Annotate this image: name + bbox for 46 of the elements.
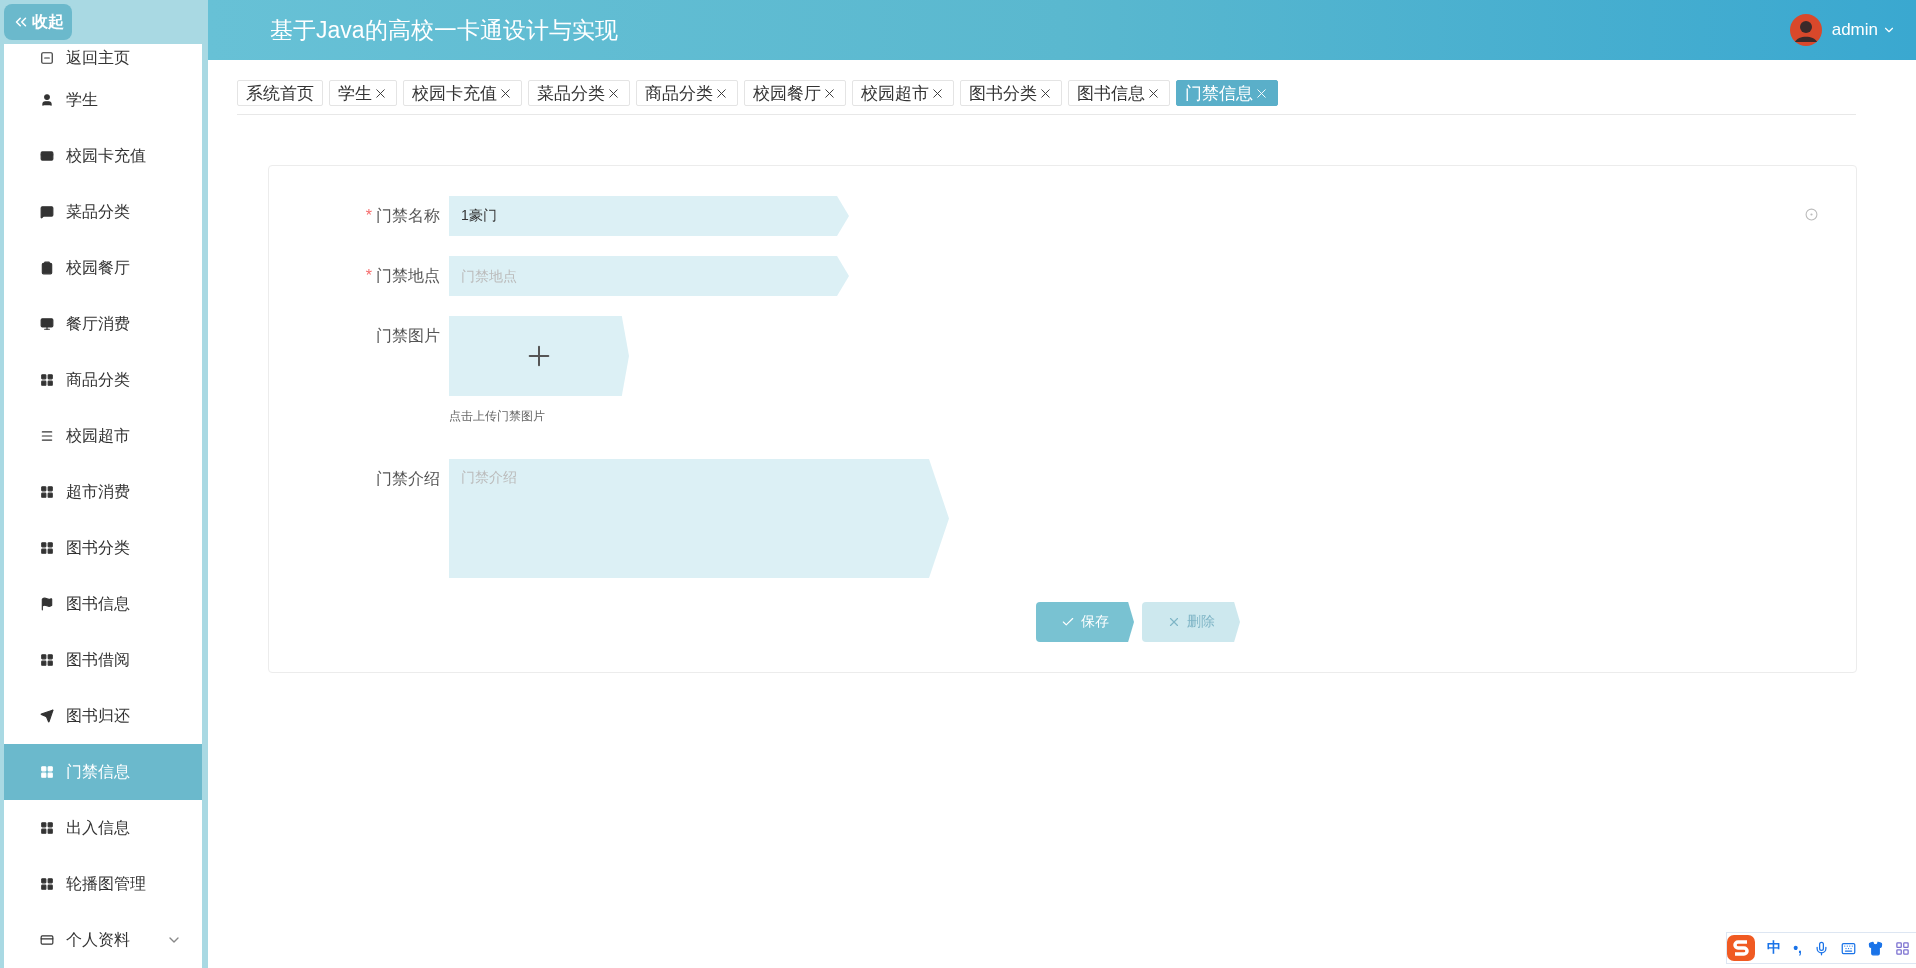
menu-icon [40,93,54,107]
tab[interactable]: 系统首页 [237,80,323,106]
text-field[interactable]: 1豪门 [449,196,849,236]
tab[interactable]: 商品分类 [636,80,738,106]
tab[interactable]: 校园超市 [852,80,954,106]
check-icon [1061,615,1075,629]
x-icon [1167,615,1181,629]
tab[interactable]: 学生 [329,80,397,106]
menu-icon [40,709,54,723]
tab[interactable]: 校园餐厅 [744,80,846,106]
menu-icon [40,653,54,667]
menu-icon [40,877,54,891]
tab[interactable]: 图书分类 [960,80,1062,106]
required-mark: * [365,207,372,224]
shirt-icon[interactable] [1868,940,1883,956]
keyboard-icon[interactable] [1841,940,1856,956]
tab[interactable]: 菜品分类 [528,80,630,106]
field-label: 门禁介绍 [376,470,440,487]
menu-icon [40,933,54,947]
tab[interactable]: 校园卡充值 [403,80,522,106]
menu-icon [40,765,54,779]
menu-icon [40,373,54,387]
field-label: 门禁图片 [376,327,440,344]
circle-dot-icon[interactable] [1805,208,1818,221]
menu-icon [40,51,54,65]
grid-icon[interactable] [1895,940,1910,956]
ime-punctuation[interactable]: •, [1793,940,1802,956]
field-label: 门禁地点 [376,267,440,284]
avatar-icon [1789,14,1822,46]
menu-icon [40,429,54,443]
menu-icon [40,149,54,163]
app-title: 基于Java的高校一卡通设计与实现 [270,15,618,45]
menu-icon [40,541,54,555]
menu-icon [40,821,54,835]
upload-hint: 点击上传门禁图片 [449,408,546,425]
tab[interactable]: 图书信息 [1068,80,1170,106]
required-mark: * [365,267,372,284]
ime-mode[interactable]: 中 [1767,939,1782,957]
microphone-icon[interactable] [1814,940,1829,956]
menu-icon [40,261,54,275]
menu-icon [40,317,54,331]
s-logo-icon[interactable] [1727,935,1756,961]
menu-icon [40,485,54,499]
menu-icon [40,205,54,219]
menu-icon [40,597,54,611]
field-label: 门禁名称 [376,207,440,224]
